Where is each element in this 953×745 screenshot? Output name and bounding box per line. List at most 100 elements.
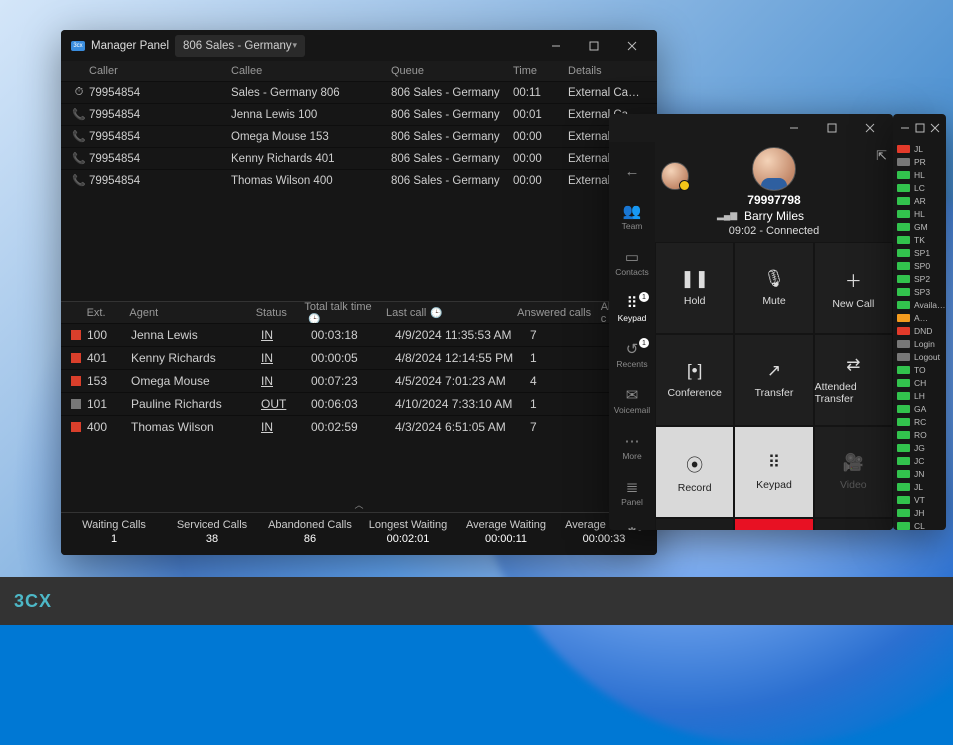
rail-contacts[interactable]: ▭Contacts <box>609 240 655 286</box>
minimize-button[interactable] <box>897 114 912 142</box>
presence-item[interactable]: GA <box>893 402 946 415</box>
self-avatar[interactable] <box>661 162 689 190</box>
cell-status[interactable]: OUT <box>257 397 307 411</box>
presence-item[interactable]: HL <box>893 168 946 181</box>
presence-item[interactable]: LC <box>893 181 946 194</box>
rail-recents[interactable]: ↺Recents1 <box>609 332 655 378</box>
call-row[interactable]: 📞79954854Kenny Richards 401806 Sales - G… <box>61 147 657 169</box>
maximize-button[interactable] <box>575 30 613 61</box>
cell-status[interactable]: IN <box>257 420 307 434</box>
mute-button[interactable]: 🎙Mute <box>734 242 813 334</box>
presence-item[interactable]: SP3 <box>893 285 946 298</box>
col-ext[interactable]: Ext. <box>83 307 126 319</box>
close-button[interactable] <box>851 114 889 144</box>
agent-row[interactable]: 153Omega MouseIN00:07:234/5/2024 7:01:23… <box>61 369 657 392</box>
col-details[interactable]: Details <box>568 65 657 77</box>
maximize-button[interactable] <box>813 114 851 144</box>
rail-settings[interactable]: ⚙Settings <box>609 516 655 530</box>
call-row[interactable]: ⏱79954854Sales - Germany 806806 Sales - … <box>61 81 657 103</box>
presence-label: TO <box>914 365 926 375</box>
presence-item[interactable]: JH <box>893 506 946 519</box>
presence-item[interactable]: RO <box>893 428 946 441</box>
dialer-titlebar[interactable] <box>609 114 893 142</box>
presence-item[interactable]: DND <box>893 324 946 337</box>
presence-item[interactable]: SP1 <box>893 246 946 259</box>
presence-item[interactable]: JN <box>893 467 946 480</box>
record-button[interactable]: ⦿Record <box>655 426 734 518</box>
presence-item[interactable]: TO <box>893 363 946 376</box>
col-ttt[interactable]: Total talk time🕒 <box>300 301 382 325</box>
keypad-button[interactable]: ⠿Keypad <box>734 426 813 518</box>
cell-status[interactable]: IN <box>257 351 307 365</box>
rail-more[interactable]: ⋯More <box>609 424 655 470</box>
col-time[interactable]: Time <box>513 65 568 77</box>
presence-item[interactable]: TK <box>893 233 946 246</box>
queue-stats: Waiting Calls1Serviced Calls38Abandoned … <box>61 512 657 555</box>
cell-talktime: 00:07:23 <box>307 374 391 388</box>
agent-row[interactable]: 401Kenny RichardsIN00:00:054/8/2024 12:1… <box>61 346 657 369</box>
col-callee[interactable]: Callee <box>231 65 391 77</box>
col-agent[interactable]: Agent <box>125 307 251 319</box>
presence-item[interactable]: AR <box>893 194 946 207</box>
col-status[interactable]: Status <box>252 307 301 319</box>
presence-item[interactable]: PR <box>893 155 946 168</box>
presence-item[interactable]: JG <box>893 441 946 454</box>
attended-transfer-button[interactable]: ⇄Attended Transfer <box>814 334 893 426</box>
rail-voicemail[interactable]: ✉Voicemail <box>609 378 655 424</box>
minimize-button[interactable] <box>537 30 575 61</box>
cell-status[interactable]: IN <box>257 328 307 342</box>
presence-label: VT <box>914 495 925 505</box>
cell-lastcall: 4/9/2024 11:35:53 AM <box>391 328 526 342</box>
presence-indicator <box>897 353 910 361</box>
presence-item[interactable]: VT <box>893 493 946 506</box>
open-external-icon[interactable]: ⇱ <box>876 148 887 164</box>
call-row[interactable]: 📞79954854Omega Mouse 153806 Sales - Germ… <box>61 125 657 147</box>
presence-item[interactable]: SP2 <box>893 272 946 285</box>
presence-item[interactable]: RC <box>893 415 946 428</box>
keypad-icon: ⠿ <box>768 453 780 473</box>
keypad-icon: ⠿ <box>627 296 638 311</box>
col-caller[interactable]: Caller <box>89 65 231 77</box>
call-row[interactable]: 📞79954854Thomas Wilson 400806 Sales - Ge… <box>61 169 657 191</box>
hangup-button[interactable] <box>734 518 813 530</box>
maximize-button[interactable] <box>912 114 927 142</box>
col-queue[interactable]: Queue <box>391 65 513 77</box>
new-call-button[interactable]: ＋New Call <box>814 242 893 334</box>
cell-talktime: 00:02:59 <box>307 420 391 434</box>
presence-item[interactable]: Availa… <box>893 298 946 311</box>
presence-item[interactable]: CL <box>893 519 946 530</box>
hold-button[interactable]: ❚❚Hold <box>655 242 734 334</box>
cell-status[interactable]: IN <box>257 374 307 388</box>
team-icon: 👥 <box>623 204 642 219</box>
presence-item[interactable]: JL <box>893 142 946 155</box>
close-button[interactable] <box>613 30 651 61</box>
transfer-button[interactable]: ↗Transfer <box>734 334 813 426</box>
presence-item[interactable]: Login <box>893 337 946 350</box>
col-answered[interactable]: Answered calls <box>513 307 597 319</box>
presence-item[interactable]: JL <box>893 480 946 493</box>
conference-button[interactable]: [•]Conference <box>655 334 734 426</box>
minimize-button[interactable] <box>775 114 813 144</box>
agent-row[interactable]: 400Thomas WilsonIN00:02:594/3/2024 6:51:… <box>61 415 657 438</box>
queue-dropdown[interactable]: 806 Sales - Germany ▾ <box>175 35 305 57</box>
agent-row[interactable]: 101Pauline RichardsOUT00:06:034/10/2024 … <box>61 392 657 415</box>
presence-label: JG <box>914 443 925 453</box>
presence-item[interactable]: CH <box>893 376 946 389</box>
col-lastcall[interactable]: Last call🕒 <box>382 307 513 319</box>
rail-keypad[interactable]: ⠿Keypad1 <box>609 286 655 332</box>
presence-item[interactable]: HL <box>893 207 946 220</box>
manager-titlebar[interactable]: 3cx Manager Panel 806 Sales - Germany ▾ <box>61 30 657 61</box>
rail-team[interactable]: 👥Team <box>609 194 655 240</box>
agent-row[interactable]: 100Jenna LewisIN00:03:184/9/2024 11:35:5… <box>61 323 657 346</box>
collapse-chevron-icon[interactable]: ︿ <box>61 498 657 512</box>
presence-item[interactable]: LH <box>893 389 946 402</box>
rail-panel[interactable]: ≣Panel <box>609 470 655 516</box>
presence-item[interactable]: GM <box>893 220 946 233</box>
call-row[interactable]: 📞79954854Jenna Lewis 100806 Sales - Germ… <box>61 103 657 125</box>
presence-item[interactable]: JC <box>893 454 946 467</box>
presence-item[interactable]: Logout <box>893 350 946 363</box>
rail-back[interactable]: ← <box>609 148 655 194</box>
presence-item[interactable]: A… <box>893 311 946 324</box>
close-button[interactable] <box>927 114 942 142</box>
presence-item[interactable]: SP0 <box>893 259 946 272</box>
